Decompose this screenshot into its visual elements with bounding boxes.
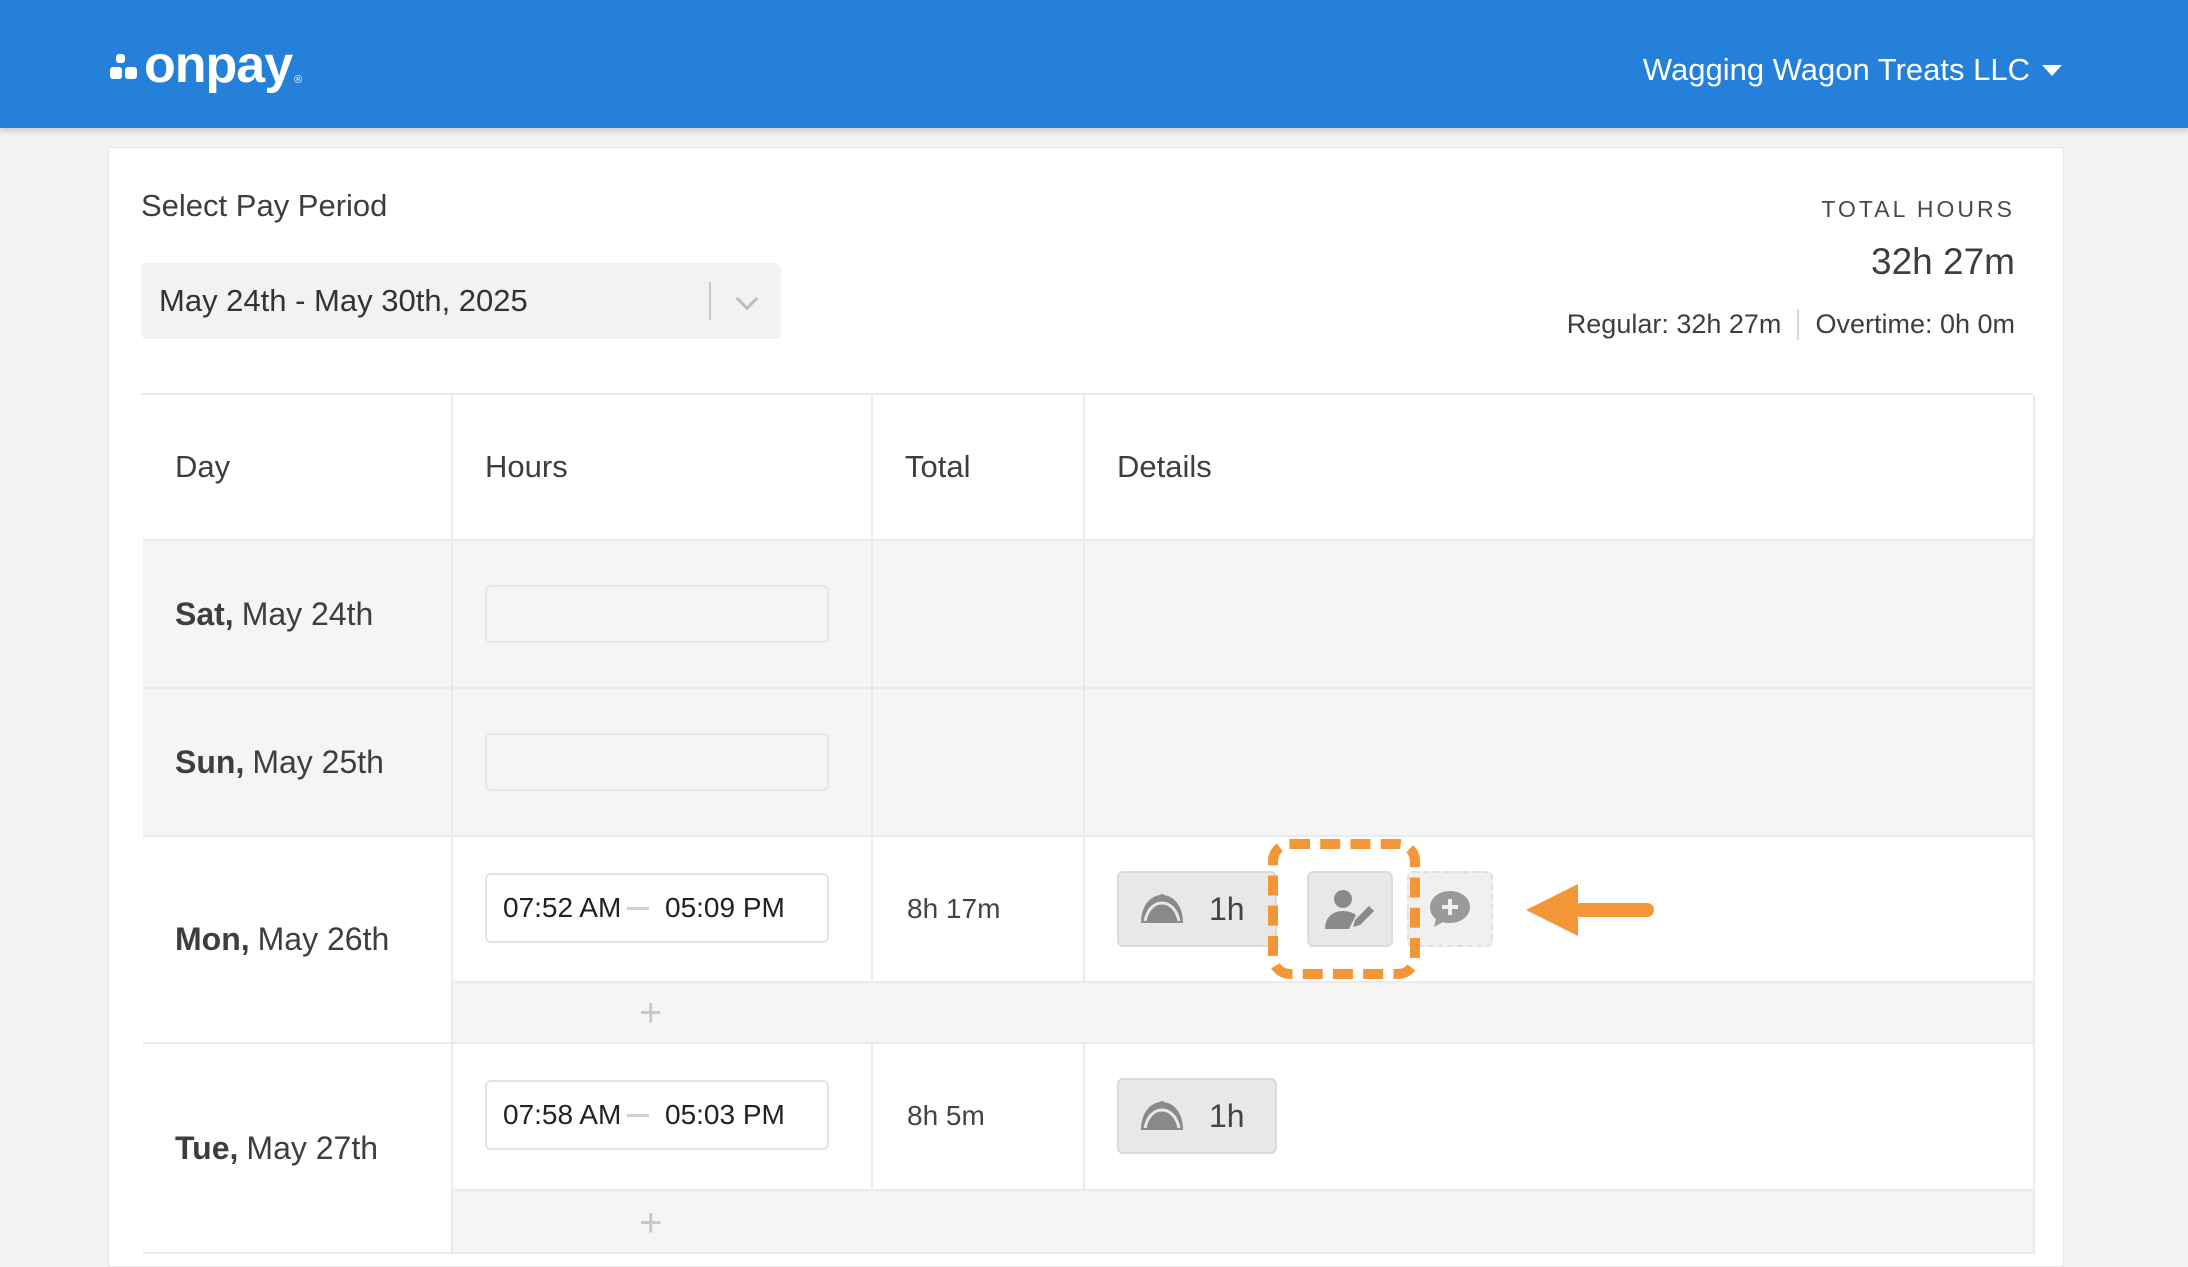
overtime-hours: Overtime: 0h 0m (1815, 309, 2015, 339)
chevron-down-icon[interactable] (711, 263, 781, 339)
pay-period-select[interactable]: May 24th - May 30th, 2025 (141, 263, 781, 339)
timesheet-card: Select Pay Period May 24th - May 30th, 2… (108, 147, 2064, 1267)
pay-period-label: Select Pay Period (141, 188, 388, 223)
column-header-details: Details (1085, 395, 2035, 541)
break-chip[interactable]: 1h (1117, 871, 1277, 947)
add-comment-icon (1430, 891, 1470, 927)
break-duration: 1h (1209, 890, 1245, 927)
break-duration: 1h (1209, 1097, 1245, 1134)
details-cell (1085, 689, 2035, 837)
hours-input-empty[interactable] (485, 585, 829, 643)
day-weekday: Sun, (175, 743, 245, 780)
plus-icon[interactable]: + (639, 1203, 662, 1243)
arrow-left-icon (1526, 884, 1654, 936)
total-hours-summary: TOTAL HOURS 32h 27m Regular: 32h 27m Ove… (1567, 196, 2015, 340)
total-cell (873, 541, 1085, 689)
day-date: May 27th (246, 1129, 379, 1166)
column-header-day: Day (143, 395, 453, 541)
add-time-row[interactable]: + (453, 1191, 2035, 1254)
caret-down-icon (2042, 64, 2062, 76)
day-total: 8h 17m (907, 893, 1001, 924)
day-total: 8h 5m (907, 1100, 985, 1131)
time-range-input[interactable]: 07:58 AM 05:03 PM (485, 1080, 829, 1150)
table-row-day: Tue, May 27th (143, 1044, 453, 1254)
logo-mark-icon (110, 54, 140, 84)
time-separator (627, 1113, 649, 1117)
total-cell: 8h 17m (873, 837, 1085, 983)
day-weekday: Mon, (175, 921, 250, 957)
onpay-logo[interactable]: onpay ® (110, 38, 302, 92)
taco-icon (1141, 1101, 1183, 1130)
time-separator (627, 906, 649, 910)
total-cell (873, 689, 1085, 837)
table-row-day: Sun, May 25th (143, 689, 453, 837)
company-name: Wagging Wagon Treats LLC (1642, 52, 2030, 87)
day-date: May 26th (257, 921, 390, 957)
logo-registered-mark: ® (294, 74, 303, 86)
hours-cell (453, 689, 873, 837)
clock-in-time[interactable]: 07:52 AM (487, 892, 627, 924)
day-date: May 24th (241, 595, 374, 632)
total-cell: 8h 5m (873, 1044, 1085, 1191)
hours-cell: 07:58 AM 05:03 PM (453, 1044, 873, 1191)
break-chip[interactable]: 1h (1117, 1078, 1277, 1154)
day-weekday: Sat, (175, 595, 234, 632)
time-range-input[interactable]: 07:52 AM 05:09 PM (485, 873, 829, 943)
hours-cell: 07:52 AM 05:09 PM (453, 837, 873, 983)
table-row-day: Sat, May 24th (143, 541, 453, 689)
pay-period-value: May 24th - May 30th, 2025 (159, 283, 528, 318)
column-header-hours: Hours (453, 395, 873, 541)
clock-in-time[interactable]: 07:58 AM (487, 1099, 627, 1131)
column-header-total: Total (873, 395, 1085, 541)
highlight-box (1268, 839, 1420, 979)
hours-input-empty[interactable] (485, 733, 829, 791)
company-switcher[interactable]: Wagging Wagon Treats LLC (1643, 50, 2062, 90)
day-date: May 25th (252, 743, 384, 780)
details-cell: 1h (1085, 1044, 2035, 1191)
total-hours-label: TOTAL HOURS (1821, 196, 2015, 222)
logo-text: onpay (144, 36, 293, 94)
timesheet-table: Day Hours Total Details Sat, May 24th Su… (141, 393, 2035, 1254)
taco-icon (1141, 894, 1183, 923)
clock-out-time[interactable]: 05:09 PM (665, 892, 785, 924)
hours-cell (453, 541, 873, 689)
details-cell (1085, 541, 2035, 689)
day-weekday: Tue, (175, 1129, 239, 1166)
table-row-day: Mon, May 26th (143, 837, 453, 1044)
total-hours-value: 32h 27m (1871, 241, 2015, 282)
regular-hours: Regular: 32h 27m (1567, 309, 1800, 340)
clock-out-time[interactable]: 05:03 PM (665, 1099, 785, 1131)
top-bar: onpay ® Wagging Wagon Treats LLC (0, 0, 2188, 128)
add-time-row[interactable]: + (453, 983, 2035, 1044)
plus-icon[interactable]: + (639, 993, 662, 1033)
